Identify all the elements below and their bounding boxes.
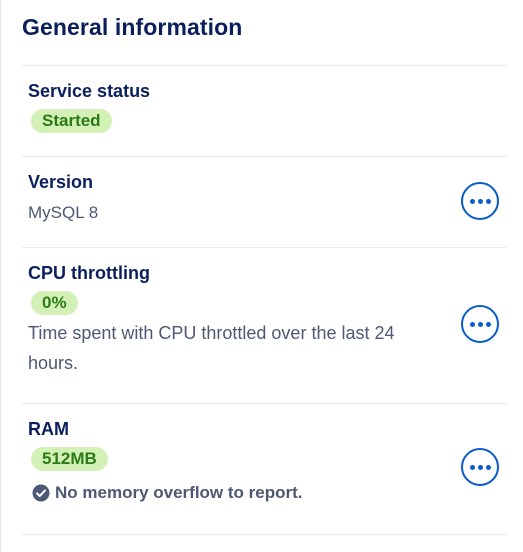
cpu-throttling-badge: 0% [31,291,78,315]
ram-badge: 512MB [31,447,108,471]
divider [22,247,507,248]
version-value: MySQL 8 [28,203,99,222]
divider [22,534,507,535]
ram-label: RAM [28,419,69,439]
more-horizontal-icon [469,198,491,204]
divider [22,156,507,157]
service-status-badge: Started [31,109,112,133]
ram-status: No memory overflow to report. [32,483,302,503]
divider [22,403,507,404]
card-title: General information [22,14,243,40]
general-information-card: General information Service status Start… [0,0,521,552]
check-circle-icon [32,484,50,502]
divider [22,65,507,66]
version-label: Version [28,172,94,192]
more-horizontal-icon [469,464,491,470]
version-more-button[interactable] [461,182,499,220]
cpu-throttling-description: Time spent with CPU throttled over the l… [28,323,395,373]
cpu-throttling-label: CPU throttling [28,263,150,283]
cpu-throttling-more-button[interactable] [461,305,499,343]
service-status-label: Service status [28,81,151,101]
more-horizontal-icon [469,321,491,327]
ram-status-text: No memory overflow to report. [55,483,303,502]
ram-more-button[interactable] [461,448,499,486]
